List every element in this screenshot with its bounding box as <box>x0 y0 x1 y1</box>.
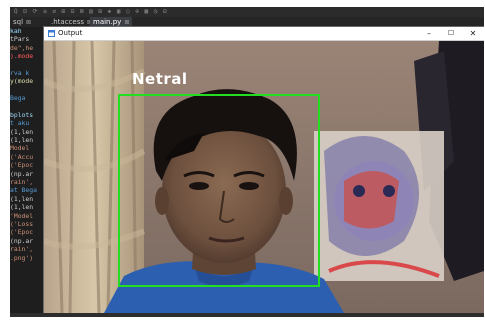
code-line: 'Model <box>10 211 34 220</box>
code-editor-pane[interactable]: kah tPars de",he).mode rva k y(mode Bega bplot… <box>10 27 44 317</box>
code-line: (1,len <box>10 136 34 145</box>
app-window-icon <box>48 30 55 37</box>
editor-toolbar: Q ⊡ ⟳ ≡ ⇄ ⊞ ⊟ ⊠ ▤ ⊞ ◈ ▣ ○ ⊕ ▦ ◷ ⊟ <box>10 7 484 17</box>
output-window: Output – ☐ ✕ Netral <box>44 27 484 313</box>
toolbar-icons[interactable]: Q ⊡ ⟳ ≡ ⇄ ⊞ ⊟ ⊠ ▤ ⊞ ◈ ▣ ○ ⊕ ▦ ◷ ⊟ <box>14 8 168 15</box>
face-bounding-box <box>118 94 320 287</box>
code-line: rva k <box>10 68 30 77</box>
code-line: ('Epoc <box>10 161 34 170</box>
maximize-button[interactable]: ☐ <box>440 27 462 40</box>
tab-main-py[interactable]: main.py ⊠ <box>90 17 132 27</box>
tab-htaccess[interactable]: .htaccess⊠ <box>48 17 92 27</box>
code-line: (np.ar <box>10 236 34 245</box>
code-line: (1,len <box>10 127 34 136</box>
minimize-button[interactable]: – <box>418 27 440 40</box>
editor-tab-bar: sql⊠ .htaccess⊠ main.py⊠ <box>10 17 484 27</box>
code-line: (1,len <box>10 203 34 212</box>
code-line: kah <box>10 27 22 35</box>
window-titlebar[interactable]: Output – ☐ ✕ <box>44 27 484 41</box>
code-line: ('Epoc <box>10 228 34 237</box>
code-line: ('Loss <box>10 219 34 228</box>
code-line: .png') <box>10 253 34 262</box>
code-line: (1,len <box>10 194 34 203</box>
code-line: de",he <box>10 43 34 52</box>
close-button[interactable]: ✕ <box>462 27 484 40</box>
status-strip <box>10 313 484 317</box>
tab-close-icon[interactable]: ⊠ <box>26 19 31 26</box>
code-line: tPars <box>10 35 30 44</box>
code-line: Bega <box>10 94 26 103</box>
code-line: ('Accu <box>10 152 34 161</box>
tab-label: sql <box>13 18 24 26</box>
webcam-frame: Netral <box>44 41 484 313</box>
window-title: Output <box>58 29 83 37</box>
tab-label: .htaccess <box>51 18 84 26</box>
code-line: rain', <box>10 178 34 187</box>
code-line: t aku <box>10 119 30 128</box>
code-line: (np.ar <box>10 169 34 178</box>
tab-label: main.py <box>93 18 122 26</box>
code-line: y(mode <box>10 77 34 86</box>
code-line: bplots <box>10 110 34 119</box>
code-line: Model <box>10 144 30 153</box>
emotion-label: Netral <box>132 70 188 88</box>
code-line: rain', <box>10 245 34 254</box>
tab-sql[interactable]: sql ⊠ <box>10 17 40 27</box>
code-line: at Bega <box>10 186 37 195</box>
tab-close-icon[interactable]: ⊠ <box>124 19 129 26</box>
code-line: ).mode <box>10 52 34 61</box>
desktop-screen: Q ⊡ ⟳ ≡ ⇄ ⊞ ⊟ ⊠ ▤ ⊞ ◈ ▣ ○ ⊕ ▦ ◷ ⊟ sql ⊠ .… <box>10 7 484 317</box>
